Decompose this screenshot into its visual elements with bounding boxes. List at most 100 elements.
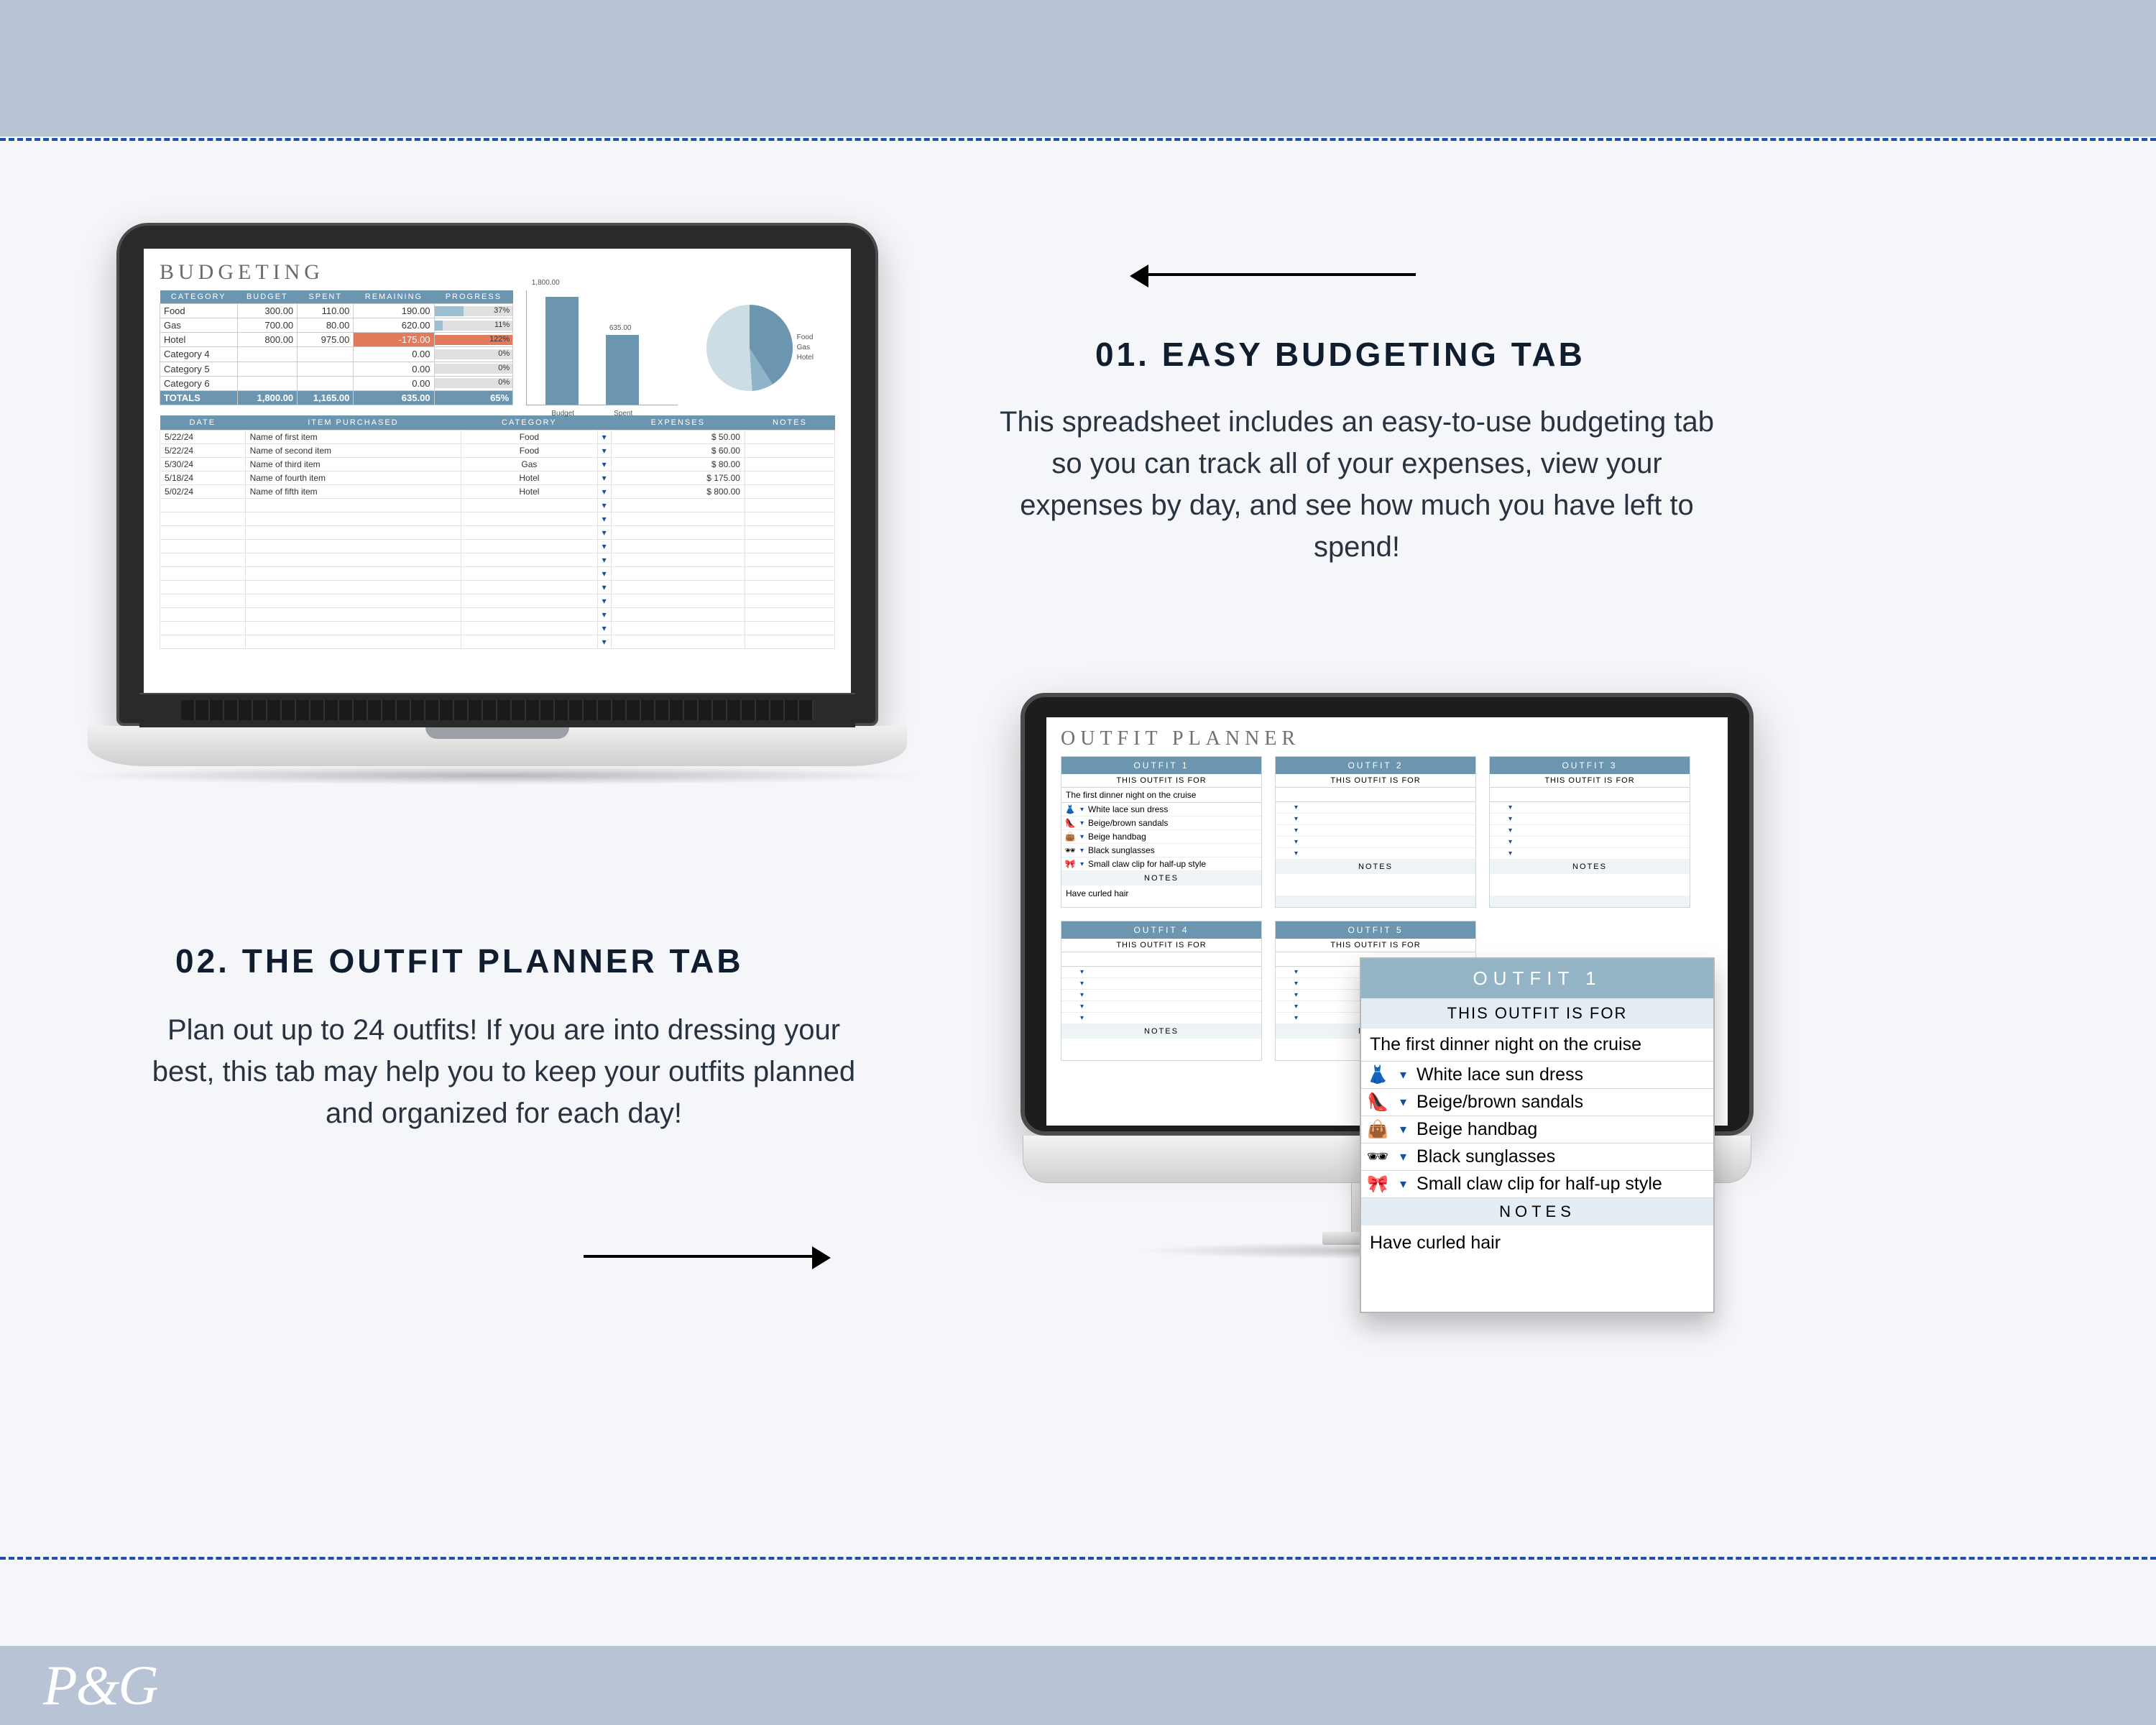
chevron-down-icon[interactable]: ▾ [1294, 980, 1298, 988]
chevron-down-icon[interactable]: ▾ [1397, 1067, 1409, 1082]
list-row: 5/22/24Name of first itemFood▾$ 50.00 [160, 431, 835, 444]
outfit-card-sub: THIS OUTFIT IS FOR [1061, 939, 1261, 952]
chevron-down-icon[interactable]: ▾ [1397, 1122, 1409, 1137]
outfit-item-row: ▾ [1276, 837, 1475, 848]
outfit-card-for: The first dinner night on the cruise [1061, 788, 1261, 803]
outfit-card-notes [1061, 1039, 1261, 1060]
chevron-down-icon[interactable]: ▾ [1397, 1095, 1409, 1110]
outfit-card-header: OUTFIT 5 [1276, 921, 1475, 939]
outfit-item-row: ▾ [1061, 1001, 1261, 1013]
popout-item-text: Small claw clip for half-up style [1416, 1174, 1709, 1195]
chevron-down-icon[interactable]: ▾ [1080, 980, 1084, 988]
budget-charts: 1,800.00 635.00 Budget Spent Food Gas Ho… [526, 290, 835, 405]
outfit-card-sub: THIS OUTFIT IS FOR [1490, 774, 1690, 788]
laptop-mockup: BUDGETING CATEGORYBUDGETSPENTREMAININGPR… [116, 223, 878, 785]
clothing-icon: 🕶 [1365, 1146, 1390, 1167]
popout-item-row: 👠▾Beige/brown sandals [1361, 1089, 1713, 1116]
chevron-down-icon[interactable]: ▾ [1080, 806, 1084, 814]
list-row: ▾ [160, 540, 835, 553]
outfit-card-notes-label: NOTES [1276, 860, 1475, 874]
pie-icon [706, 305, 793, 391]
budget-th: PROGRESS [434, 290, 513, 304]
divider-bottom [0, 1557, 2156, 1560]
outfit-card-notes-label: NOTES [1490, 860, 1690, 874]
popout-item-text: Black sunglasses [1416, 1146, 1709, 1167]
popout-for: The first dinner night on the cruise [1361, 1029, 1713, 1062]
laptop-shadow [66, 766, 929, 785]
list-row: ▾ [160, 553, 835, 567]
budget-row: Category 60.000% [160, 376, 513, 390]
chevron-down-icon[interactable]: ▾ [1080, 968, 1084, 976]
list-row: ▾ [160, 499, 835, 512]
list-row: ▾ [160, 608, 835, 622]
list-row: ▾ [160, 622, 835, 635]
bar-ymax: 1,800.00 [524, 279, 567, 287]
chevron-down-icon[interactable]: ▾ [1294, 968, 1298, 976]
list-th: DATE [160, 415, 246, 431]
budget-row: Category 40.000% [160, 347, 513, 362]
chevron-down-icon[interactable]: ▾ [1080, 1014, 1084, 1022]
outfit-card-notes: Have curled hair [1061, 886, 1261, 907]
chevron-down-icon[interactable]: ▾ [1508, 827, 1512, 834]
chevron-down-icon[interactable]: ▾ [1080, 819, 1084, 827]
list-row: ▾ [160, 594, 835, 608]
chevron-down-icon[interactable]: ▾ [1294, 815, 1298, 823]
outfit-item-row: ▾ [1276, 814, 1475, 825]
outfit-card: OUTFIT 2THIS OUTFIT IS FOR▾▾▾▾▾NOTES [1275, 756, 1476, 908]
budget-row: Food300.00110.00190.0037% [160, 304, 513, 318]
outfit-card-notes [1490, 874, 1690, 896]
chevron-down-icon[interactable]: ▾ [1508, 804, 1512, 811]
chevron-down-icon[interactable]: ▾ [1080, 847, 1084, 855]
list-row: ▾ [160, 635, 835, 649]
outfit-item-row: ▾ [1061, 990, 1261, 1001]
outfit-item-row: 👠▾Beige/brown sandals [1061, 816, 1261, 830]
budget-th: CATEGORY [160, 290, 238, 304]
chevron-down-icon[interactable]: ▾ [1294, 827, 1298, 834]
outfit-card-sub: THIS OUTFIT IS FOR [1061, 774, 1261, 788]
outfit-card-header: OUTFIT 3 [1490, 757, 1690, 774]
chevron-down-icon[interactable]: ▾ [1397, 1177, 1409, 1192]
popout-item-row: 🕶 ▾ Black sunglasses [1361, 1144, 1713, 1171]
bar-val-label: 635.00 [599, 324, 642, 332]
budget-row: Hotel800.00975.00-175.00122% [160, 333, 513, 347]
chevron-down-icon[interactable]: ▾ [1294, 838, 1298, 846]
popout-notes: Have curled hair [1361, 1225, 1713, 1312]
chevron-down-icon[interactable]: ▾ [1294, 1003, 1298, 1011]
chevron-down-icon[interactable]: ▾ [1080, 860, 1084, 868]
chevron-down-icon[interactable]: ▾ [1508, 838, 1512, 846]
budget-category-table: CATEGORYBUDGETSPENTREMAININGPROGRESS Foo… [160, 290, 513, 405]
chevron-down-icon[interactable]: ▾ [1397, 1149, 1409, 1164]
chevron-down-icon[interactable]: ▾ [1294, 991, 1298, 999]
outfit-item-row: 🎀▾Small claw clip for half-up style [1061, 857, 1261, 871]
clothing-icon: 👠 [1064, 818, 1076, 828]
popout-notes-label: NOTES [1361, 1198, 1713, 1225]
outfit-item-text: White lace sun dress [1088, 804, 1168, 814]
chevron-down-icon[interactable]: ▾ [1508, 850, 1512, 857]
outfit-card-for [1061, 952, 1261, 967]
outfit-item-row: ▾ [1276, 825, 1475, 837]
chevron-down-icon[interactable]: ▾ [1080, 833, 1084, 841]
divider-top [0, 138, 2156, 141]
outfit-card-header: OUTFIT 4 [1061, 921, 1261, 939]
chevron-down-icon[interactable]: ▾ [1294, 850, 1298, 857]
pie-legend-1: Gas [797, 343, 814, 353]
outfit-item-row: 👜▾Beige handbag [1061, 830, 1261, 844]
chevron-down-icon[interactable]: ▾ [1080, 1003, 1084, 1011]
popout-item-text: White lace sun dress [1416, 1064, 1709, 1085]
list-row: ▾ [160, 512, 835, 526]
chevron-down-icon[interactable]: ▾ [1294, 1014, 1298, 1022]
budget-th: SPENT [298, 290, 354, 304]
outfit-item-row: ▾ [1490, 825, 1690, 837]
outfit-card-sub: THIS OUTFIT IS FOR [1276, 939, 1475, 952]
list-row: 5/18/24Name of fourth itemHotel▾$ 175.00 [160, 472, 835, 485]
outfit-item-row: 🕶▾Black sunglasses [1061, 844, 1261, 857]
chevron-down-icon[interactable]: ▾ [1508, 815, 1512, 823]
outfit-item-row: 👗▾White lace sun dress [1061, 803, 1261, 816]
list-row: 5/02/24Name of fifth itemHotel▾$ 800.00 [160, 485, 835, 499]
list-row: ▾ [160, 581, 835, 594]
chevron-down-icon[interactable]: ▾ [1294, 804, 1298, 811]
section1-body: This spreadsheet includes an easy-to-use… [990, 401, 1723, 568]
chevron-down-icon[interactable]: ▾ [1080, 991, 1084, 999]
budget-bar-chart: 1,800.00 635.00 Budget Spent [526, 290, 677, 405]
list-th: NOTES [745, 415, 834, 431]
